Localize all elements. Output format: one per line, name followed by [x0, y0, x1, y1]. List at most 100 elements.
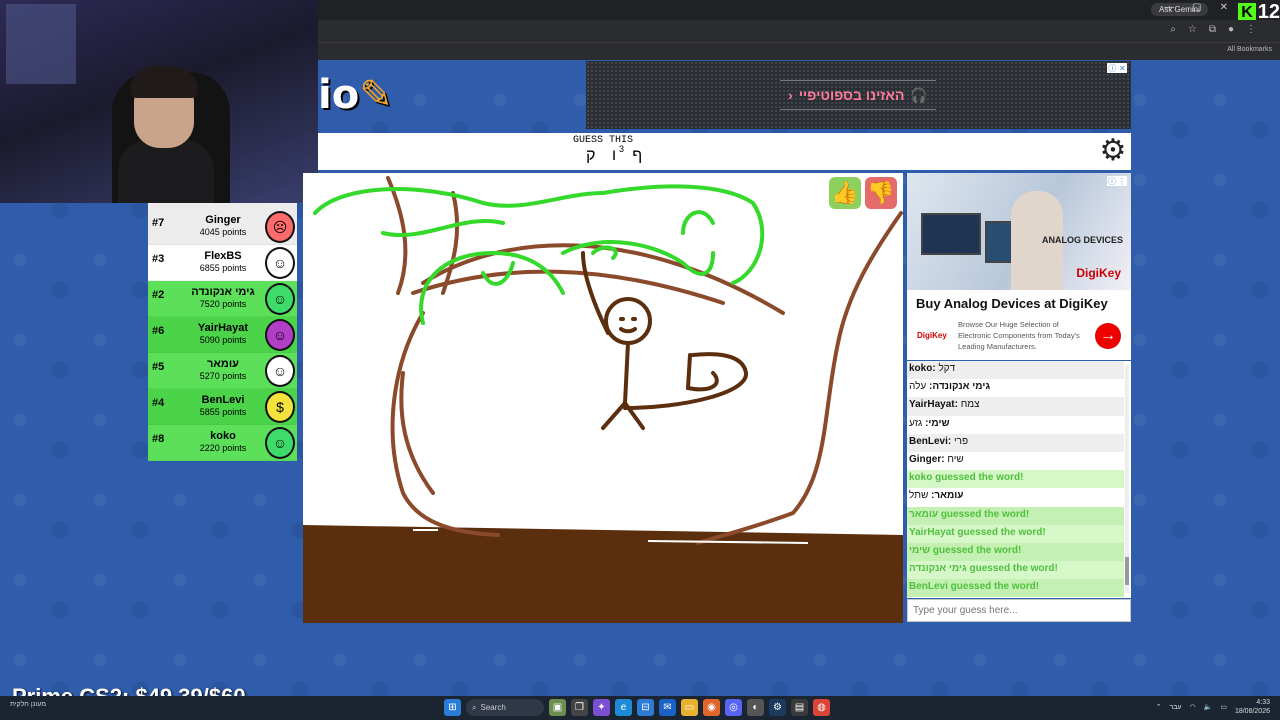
figure-mouth [619, 327, 637, 334]
language-indicator[interactable]: עבר [1169, 704, 1181, 711]
digikey-ad[interactable]: ANALOG DEVICES DigiKey ⓘ ⋮ Buy Analog De… [907, 173, 1131, 360]
webcam-hair [130, 66, 198, 98]
task-view-icon[interactable]: ❐ [571, 699, 588, 716]
star-icon[interactable]: ☆ [1188, 24, 1197, 35]
menu-icon[interactable]: ⋮ [1246, 24, 1256, 35]
player-points: 5090 points [199, 335, 247, 345]
clock[interactable]: 4:33 18/08/2026 [1235, 698, 1270, 716]
chrome-icon[interactable]: ◍ [813, 699, 830, 716]
webcam-window [6, 4, 76, 84]
top-ad-banner[interactable]: 🎧 האזינו בספוטיפיי ‹ ⓘ ✕ [586, 61, 1131, 129]
chat-author: Ginger: [909, 453, 945, 465]
all-bookmarks-link[interactable]: All Bookmarks [1227, 46, 1272, 53]
player-rank: #3 [152, 253, 165, 265]
clock-date: 18/08/2026 [1234, 708, 1270, 715]
discord-icon[interactable]: ◎ [725, 699, 742, 716]
player-row[interactable]: #2 גימי אנקונדה 7520 points ☺ [148, 281, 297, 317]
chat-message: BenLevi guessed the word! [907, 579, 1124, 598]
thumbs-down-icon[interactable]: 👎 [865, 177, 897, 209]
player-row[interactable]: #8 koko 2220 points ☺ [148, 425, 297, 461]
zoom-icon[interactable]: ⌕ [1170, 24, 1176, 35]
player-name: BenLevi [201, 394, 245, 406]
chat-message: BenLevi: פרי [907, 433, 1124, 452]
player-row[interactable]: #3 FlexBS 6855 points ☺ [148, 245, 297, 281]
ad-title[interactable]: Buy Analog Devices at DigiKey [916, 296, 1108, 311]
leaf-1 [313, 187, 605, 215]
taskbar-apps: ⊞ ⌕ Search ▣ ❐ ✦ e ⊟ ✉ ▭ ◉ ◎ ◐ ⚙ ▤ ◍ [444, 699, 830, 716]
figure-arm-right [623, 352, 748, 410]
player-row[interactable]: #4 BenLevi 5855 points $ [148, 389, 297, 425]
player-row[interactable]: #6 YairHayat 5090 points ☺ [148, 317, 297, 353]
maximize-icon[interactable]: ▢ [1192, 2, 1201, 13]
chat-scrollbar-thumb[interactable] [1125, 557, 1129, 585]
close-window-icon[interactable]: ✕ [1220, 2, 1228, 13]
ad-choices-right[interactable]: ⓘ ⋮ [1107, 176, 1127, 186]
branch-center [441, 191, 460, 295]
chat-author: YairHayat: [909, 399, 958, 411]
wifi-icon[interactable]: ◠ [1190, 703, 1196, 711]
drawing-svg [303, 176, 903, 623]
leaf-7 [591, 245, 618, 260]
battery-icon[interactable]: ▭ [1220, 703, 1227, 711]
branch-mid [411, 269, 725, 305]
minimize-icon[interactable]: — [1164, 2, 1174, 13]
chat-message: שימי guessed the word! [907, 542, 1124, 562]
edge-icon[interactable]: e [615, 699, 632, 716]
player-rank: #8 [152, 433, 165, 445]
player-rank: #5 [152, 361, 165, 373]
rating-buttons: 👍 👎 [829, 177, 897, 209]
folder-icon[interactable]: ▭ [681, 699, 698, 716]
guess-input[interactable] [907, 599, 1131, 622]
chat-message: koko: דקל [907, 361, 1124, 380]
tree-trunk-left [390, 311, 500, 537]
pencil-icon: ✎ [359, 72, 393, 118]
firefox-icon[interactable]: ◉ [703, 699, 720, 716]
volume-icon[interactable]: 🔈 [1204, 703, 1213, 711]
widget-icon[interactable]: ▣ [549, 699, 566, 716]
chevron-left-icon: ‹ [788, 87, 793, 103]
browser-title-bar: Ask Gemini — ▢ ✕ [318, 0, 1280, 20]
copilot-icon[interactable]: ✦ [593, 699, 610, 716]
mail-icon[interactable]: ✉ [659, 699, 676, 716]
chat-author: עומאר: [931, 490, 964, 502]
gear-icon[interactable]: ⚙ [1097, 135, 1129, 167]
chat-message: Ginger: שיח [907, 452, 1124, 470]
taskbar-search[interactable]: ⌕ Search [466, 699, 544, 716]
store-icon[interactable]: ⊟ [637, 699, 654, 716]
more-icon[interactable]: ⋮ [1118, 177, 1126, 186]
windows-start-icon[interactable]: ⊞ [444, 699, 461, 716]
chat-scrollbar[interactable] [1125, 365, 1129, 593]
browser-address-bar: ⌕ ☆ ⧉ ● ⋮ [318, 20, 1280, 42]
obs-icon[interactable]: ◐ [747, 699, 764, 716]
tree-strokes [386, 176, 903, 545]
info-icon[interactable]: ⓘ [1108, 176, 1116, 187]
drawing-canvas[interactable]: 👍 👎 [303, 173, 903, 623]
player-points: 5270 points [199, 371, 247, 381]
arrow-right-icon[interactable]: → [1095, 323, 1121, 349]
player-name: koko [210, 430, 236, 442]
ad-choices[interactable]: ⓘ ✕ [1107, 63, 1127, 73]
spotify-ad-link[interactable]: 🎧 האזינו בספוטיפיי ‹ [780, 80, 936, 110]
app-icon[interactable]: ▤ [791, 699, 808, 716]
search-label: Search [480, 703, 506, 712]
thumbs-up-icon[interactable]: 👍 [829, 177, 861, 209]
player-row[interactable]: #7 Ginger 4045 points ☹ [148, 209, 297, 245]
word-length: 3 [619, 144, 625, 154]
player-rank: #2 [152, 289, 165, 301]
player-name: YairHayat [197, 322, 249, 334]
chat-text: שיח [944, 453, 964, 465]
player-avatar: $ [265, 391, 295, 423]
digikey-logo: DigiKey [1076, 266, 1121, 280]
chat-message: koko guessed the word! [907, 470, 1124, 489]
close-icon[interactable]: ✕ [1119, 64, 1126, 73]
info-icon[interactable]: ⓘ [1108, 63, 1116, 74]
profile-icon[interactable]: ● [1228, 24, 1234, 35]
figure-leg-left [601, 401, 627, 430]
weather-widget[interactable]: מעונן חלקית [10, 701, 46, 708]
player-row[interactable]: #5 עומאר 5270 points ☺ [148, 353, 297, 389]
steam-icon[interactable]: ⚙ [769, 699, 786, 716]
chat-text: גזע [909, 417, 926, 429]
extensions-icon[interactable]: ⧉ [1209, 24, 1216, 35]
chat-text: koko guessed the word! [909, 472, 1024, 484]
chevron-up-icon[interactable]: ⌃ [1156, 703, 1162, 711]
